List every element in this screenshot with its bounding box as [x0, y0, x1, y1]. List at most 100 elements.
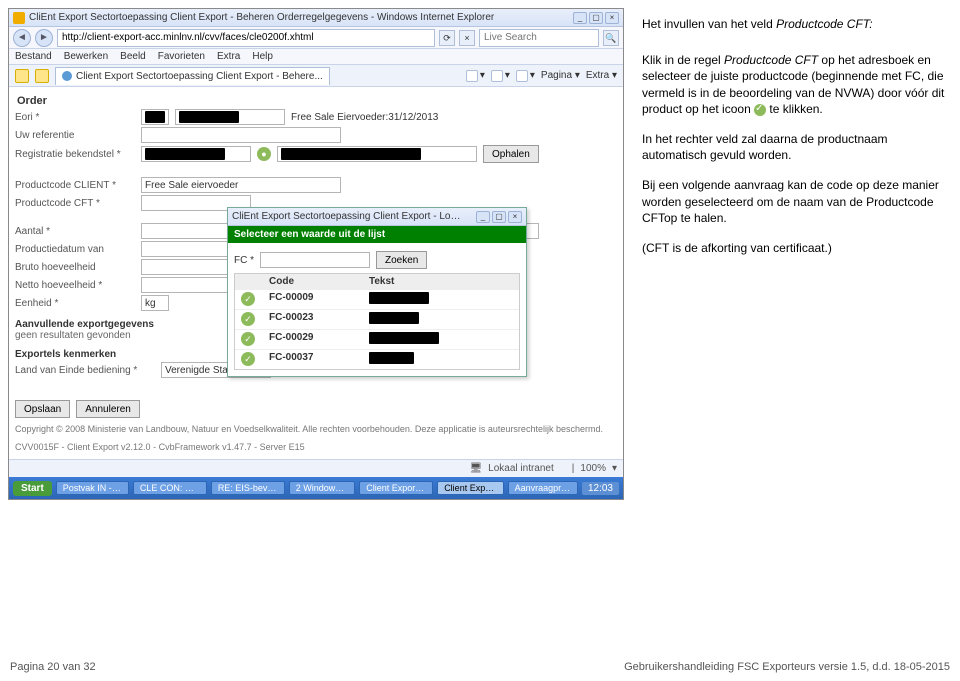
- ophalen-button[interactable]: Ophalen: [483, 145, 539, 163]
- eori-prefix[interactable]: [141, 109, 169, 125]
- home-button[interactable]: ▾: [466, 70, 485, 82]
- zoeken-button[interactable]: Zoeken: [376, 251, 427, 269]
- taskbar-item[interactable]: Aanvraagprint...: [508, 481, 578, 495]
- section-order: Order: [17, 95, 617, 107]
- browser-tab[interactable]: Client Export Sectortoepassing Client Ex…: [55, 67, 330, 85]
- taskbar-item[interactable]: RE: EIS-bevrgr...: [211, 481, 285, 495]
- back-button[interactable]: ◄: [13, 29, 31, 47]
- eenheid-value: kg: [145, 298, 156, 309]
- globe-icon: [62, 71, 72, 81]
- eenheid-select[interactable]: kg: [141, 295, 169, 311]
- clock: 12:03: [582, 482, 619, 495]
- refresh-button[interactable]: ⟳: [439, 30, 455, 46]
- taskbar-item[interactable]: 2 Windows V...: [289, 481, 356, 495]
- redacted: [145, 111, 165, 123]
- dialog-title: CliEnt Export Sectortoepassing Client Ex…: [232, 211, 462, 222]
- status-bar: 🖥 Lokaal intranet | 100% ▾: [9, 459, 623, 477]
- ie-window: CliEnt Export Sectortoepassing Client Ex…: [8, 8, 624, 500]
- regnr-input[interactable]: [141, 146, 251, 162]
- maximize-button[interactable]: ▢: [589, 12, 603, 24]
- add-favorite-icon[interactable]: [35, 69, 49, 83]
- p1a: Klik in de regel: [642, 53, 724, 67]
- regnr-resolved: [277, 146, 477, 162]
- taskbar-item[interactable]: Postvak IN - M...: [56, 481, 129, 495]
- p4: (CFT is de afkorting van certificaat.): [642, 240, 948, 256]
- ref-input[interactable]: [141, 127, 341, 143]
- favorites-bar: Client Export Sectortoepassing Client Ex…: [9, 65, 623, 87]
- select-icon[interactable]: ✓: [241, 312, 255, 326]
- redacted: [145, 148, 225, 160]
- cell-code: FC-00037: [263, 350, 363, 369]
- menu-bar: Bestand Bewerken Beeld Favorieten Extra …: [9, 49, 623, 65]
- annuleren-button[interactable]: Annuleren: [76, 400, 140, 418]
- dialog-min-button[interactable]: _: [476, 211, 490, 223]
- col-tekst: Tekst: [363, 274, 519, 289]
- p1c: te klikken.: [766, 102, 823, 116]
- tab-title: Client Export Sectortoepassing Client Ex…: [76, 71, 323, 82]
- dialog-max-button[interactable]: ▢: [492, 211, 506, 223]
- redacted: [179, 111, 239, 123]
- search-input[interactable]: [479, 29, 599, 47]
- eori-label: Eori *: [15, 112, 135, 123]
- opslaan-button[interactable]: Opslaan: [15, 400, 70, 418]
- select-icon[interactable]: ✓: [241, 352, 255, 366]
- page-menu[interactable]: Pagina ▾: [541, 70, 580, 82]
- zoom-text[interactable]: 100%: [580, 463, 606, 474]
- fc-input[interactable]: [260, 252, 370, 268]
- home-icon: [466, 70, 478, 82]
- menu-item[interactable]: Help: [252, 51, 273, 62]
- extras-menu[interactable]: Extra ▾: [586, 70, 617, 82]
- print-button[interactable]: ▾: [516, 70, 535, 82]
- print-icon: [516, 70, 528, 82]
- redacted: [281, 148, 421, 160]
- cell-code: FC-00029: [263, 330, 363, 349]
- netto-label: Netto hoeveelheid *: [15, 280, 135, 291]
- ref-label: Uw referentie: [15, 130, 135, 141]
- menu-item[interactable]: Bestand: [15, 51, 52, 62]
- search-button[interactable]: 🔍: [603, 30, 619, 46]
- taskbar-item[interactable]: CLE CON: Nieu...: [133, 481, 207, 495]
- address-bar: ◄ ► ⟳ × 🔍: [9, 27, 623, 49]
- p3: Bij een volgende aanvraag kan de code op…: [642, 177, 948, 226]
- close-button[interactable]: ×: [605, 12, 619, 24]
- select-icon[interactable]: ✓: [241, 292, 255, 306]
- menu-item[interactable]: Bewerken: [64, 51, 108, 62]
- minimize-button[interactable]: _: [573, 12, 587, 24]
- page-content: Order Eori * Free Sale Eiervoeder:31/12/…: [9, 87, 623, 459]
- lookup-icon[interactable]: ●: [257, 147, 271, 161]
- taskbar-item-active[interactable]: Client Export...: [437, 481, 503, 495]
- aantal-label: Aantal *: [15, 226, 135, 237]
- eori-input[interactable]: [175, 109, 285, 125]
- feed-icon: [491, 70, 503, 82]
- table-row: ✓ FC-00029: [235, 329, 519, 349]
- taskbar-item[interactable]: Client Export S...: [359, 481, 433, 495]
- prodclient-input[interactable]: Free Sale eiervoeder: [141, 177, 341, 193]
- table-row: ✓ FC-00037: [235, 349, 519, 369]
- free-sale-text: Free Sale Eiervoeder:31/12/2013: [291, 112, 438, 123]
- forward-button[interactable]: ►: [35, 29, 53, 47]
- table-row: ✓ FC-00009: [235, 289, 519, 309]
- menu-item[interactable]: Beeld: [120, 51, 146, 62]
- window-title: CliEnt Export Sectortoepassing Client Ex…: [29, 12, 494, 23]
- feeds-button[interactable]: ▾: [491, 70, 510, 82]
- menu-item[interactable]: Favorieten: [158, 51, 205, 62]
- app-icon: [13, 12, 25, 24]
- dialog-close-button[interactable]: ×: [508, 211, 522, 223]
- zone-text: Lokaal intranet: [488, 463, 554, 474]
- zone-icon: 🖥: [469, 463, 482, 474]
- url-input[interactable]: [57, 29, 435, 47]
- start-button[interactable]: Start: [13, 481, 52, 496]
- col-code: Code: [263, 274, 363, 289]
- instruction-text: Het invullen van het veld Productcode CF…: [630, 0, 960, 681]
- dialog-banner: Selecteer een waarde uit de lijst: [228, 226, 526, 243]
- redacted: [369, 292, 429, 304]
- favorites-icon[interactable]: [15, 69, 29, 83]
- window-titlebar: CliEnt Export Sectortoepassing Client Ex…: [9, 9, 623, 27]
- redacted: [369, 312, 419, 324]
- p1-ital: Productcode CFT: [724, 53, 818, 67]
- stop-button[interactable]: ×: [459, 30, 475, 46]
- select-icon[interactable]: ✓: [241, 332, 255, 346]
- fc-label: FC *: [234, 255, 254, 266]
- menu-item[interactable]: Extra: [217, 51, 240, 62]
- title-prefix: Het invullen van het veld: [642, 17, 776, 31]
